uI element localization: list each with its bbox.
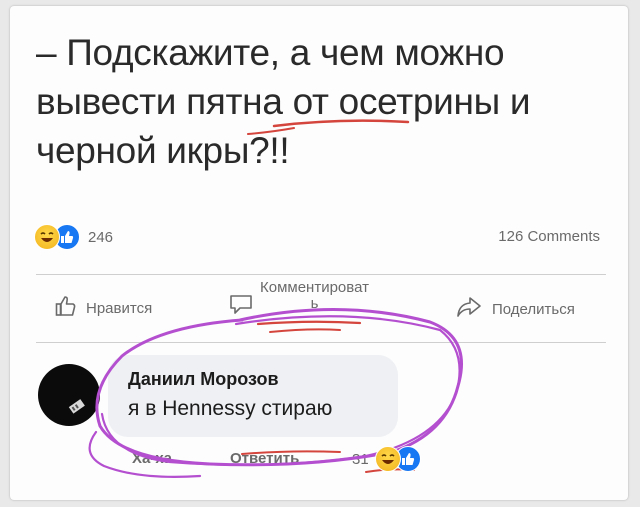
reaction-count: 246 [88, 228, 114, 246]
divider-bottom [36, 342, 606, 343]
comment-reactions[interactable]: 31 [352, 446, 421, 472]
share-arrow-icon [456, 296, 482, 322]
reply-link[interactable]: Ответить [230, 450, 299, 467]
comment-reaction-count: 31 [352, 450, 369, 468]
post-card: – Подскажите, а чем можно вывести пятна … [10, 6, 628, 500]
like-button[interactable]: Нравится [54, 294, 152, 322]
comment-button[interactable]: Комментироват ь [228, 280, 369, 320]
comment-label-line-2: ь [310, 295, 319, 312]
share-button[interactable]: Поделиться [456, 296, 575, 322]
comment-button-label: Комментироват ь [260, 280, 369, 312]
post-text-line-1: – Подскажите, а чем можно [36, 32, 505, 73]
post-text-line-3: черной икры?!! [36, 130, 290, 171]
haha-reaction-link[interactable]: Ха-ха [132, 450, 172, 467]
comment-label-line-1: Комментироват [260, 279, 369, 296]
avatar[interactable] [38, 364, 100, 426]
laughing-emoji-icon [374, 446, 401, 472]
share-button-label: Поделиться [492, 300, 575, 318]
thumbs-up-outline-icon [54, 294, 78, 322]
comments-count-link[interactable]: 126 Comments [498, 228, 600, 245]
divider-top [36, 274, 606, 275]
comment-author[interactable]: Даниил Морозов [128, 369, 279, 390]
laughing-emoji-icon [34, 224, 60, 250]
reaction-summary[interactable]: 246 [34, 224, 113, 250]
post-text-line-2: вывести пятна от осетрины и [36, 81, 531, 122]
speech-bubble-icon [228, 292, 254, 320]
comment-bubble: Даниил Морозов я в Hennessy стираю [108, 355, 398, 437]
like-button-label: Нравится [86, 299, 153, 317]
comment-text: я в Hennessy стираю [128, 397, 333, 420]
post-text: – Подскажите, а чем можно вывести пятна … [36, 28, 596, 175]
